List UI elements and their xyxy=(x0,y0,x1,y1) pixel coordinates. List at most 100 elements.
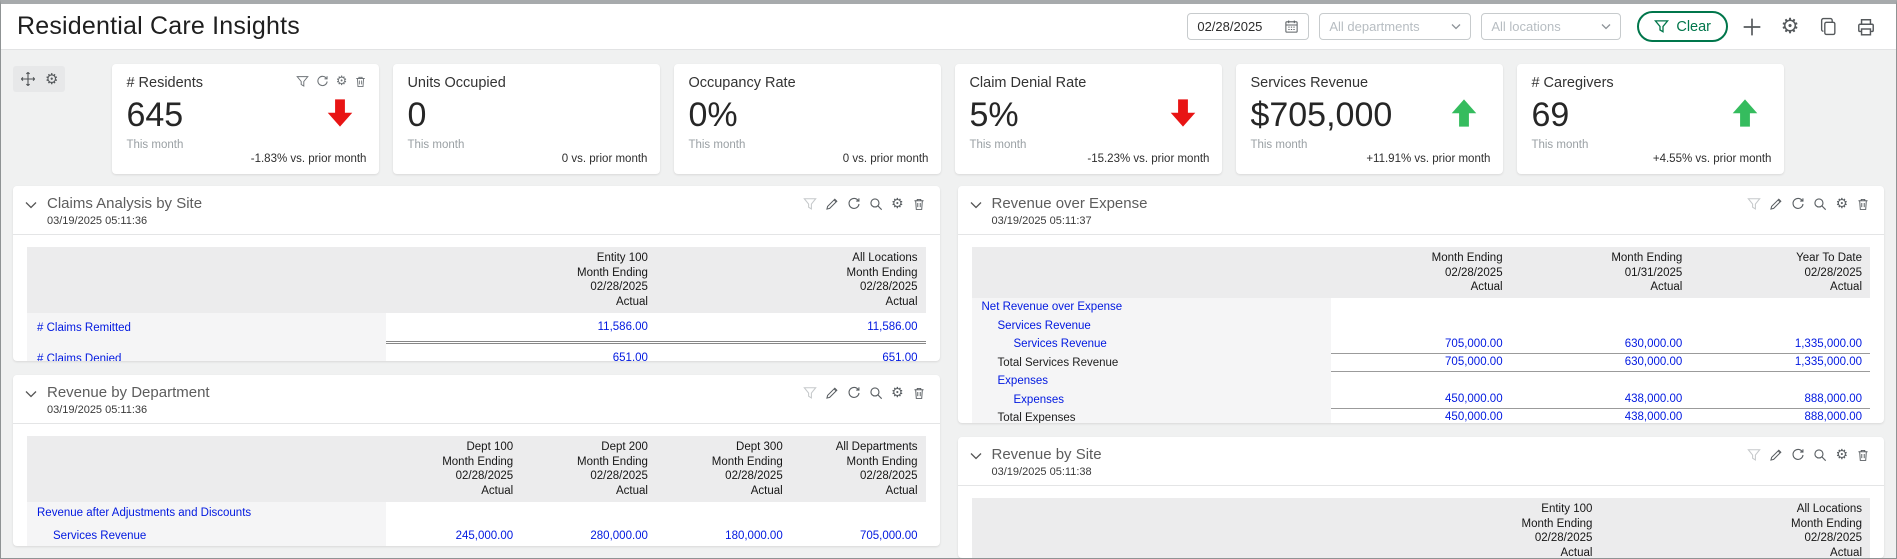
delete-icon[interactable] xyxy=(1856,448,1870,462)
filter-icon[interactable] xyxy=(803,197,817,211)
delete-icon[interactable] xyxy=(912,386,926,400)
panel-header: Claims Analysis by Site 03/19/2025 05:11… xyxy=(13,186,940,235)
collapse-chevron-icon[interactable] xyxy=(25,201,37,209)
clear-filters-button[interactable]: Clear xyxy=(1637,11,1728,42)
search-icon[interactable] xyxy=(869,197,883,211)
column-header: Dept 300Month Ending02/28/2025Actual xyxy=(656,440,791,499)
column-header: Entity 100Month Ending02/28/2025Actual xyxy=(1331,502,1601,558)
cell-value[interactable]: 888,000.00 xyxy=(1690,393,1870,405)
move-icon[interactable] xyxy=(20,71,36,87)
edit-icon[interactable] xyxy=(825,197,839,211)
kpi-card[interactable]: Occupancy Rate 0% This month 0 vs. prior… xyxy=(674,64,941,174)
settings-icon[interactable]: ⚙ xyxy=(891,386,904,400)
table-row: Net Revenue over Expense xyxy=(972,298,1871,317)
column-header: Dept 200Month Ending02/28/2025Actual xyxy=(521,440,656,499)
cell-value[interactable]: 1,335,000.00 xyxy=(1690,338,1870,350)
row-label[interactable]: Expenses xyxy=(972,391,1331,410)
kpi-card[interactable]: Units Occupied 0 This month 0 vs. prior … xyxy=(393,64,660,174)
kpi-card[interactable]: Services Revenue $705,000 This month +11… xyxy=(1236,64,1503,174)
refresh-icon[interactable] xyxy=(1791,197,1805,211)
panel-timestamp: 03/19/2025 05:11:38 xyxy=(992,466,1102,478)
table-row: Expenses xyxy=(972,372,1871,391)
column-header: Entity 100Month Ending02/28/2025Actual xyxy=(386,251,656,310)
settings-gear-icon[interactable]: ⚙ xyxy=(1776,13,1804,41)
collapse-chevron-icon[interactable] xyxy=(970,201,982,209)
settings-icon[interactable]: ⚙ xyxy=(336,75,348,88)
row-label: Total Expenses xyxy=(972,409,1331,423)
row-label[interactable]: Services Revenue xyxy=(972,335,1331,354)
delete-icon[interactable] xyxy=(1856,197,1870,211)
print-icon[interactable] xyxy=(1852,13,1880,41)
row-label[interactable]: Expenses xyxy=(972,372,1331,391)
report-table: Dept 100Month Ending02/28/2025ActualDept… xyxy=(27,436,926,546)
search-icon[interactable] xyxy=(1813,197,1827,211)
refresh-icon[interactable] xyxy=(847,197,861,211)
calendar-icon[interactable] xyxy=(1284,19,1299,34)
cell-value[interactable]: 651.00 xyxy=(386,352,656,361)
copy-icon[interactable] xyxy=(1814,13,1842,41)
row-label[interactable]: # Claims Remitted xyxy=(27,313,386,344)
cell-value[interactable]: 705,000.00 xyxy=(1331,338,1511,350)
settings-icon[interactable]: ⚙ xyxy=(891,197,904,211)
cell-value[interactable]: 438,000.00 xyxy=(1511,393,1691,405)
cell-value[interactable]: 1,335,000.00 xyxy=(1690,356,1870,368)
row-label[interactable]: Services Revenue xyxy=(972,317,1331,336)
locations-select[interactable]: All locations xyxy=(1481,13,1621,40)
row-label[interactable]: Services Revenue xyxy=(27,525,386,546)
settings-icon[interactable]: ⚙ xyxy=(1835,448,1848,462)
cell-value[interactable]: 450,000.00 xyxy=(1331,393,1511,405)
departments-select[interactable]: All departments xyxy=(1319,13,1471,40)
report-table: Entity 100Month Ending02/28/2025ActualAl… xyxy=(27,247,926,361)
kpi-period-label: This month xyxy=(688,139,927,151)
column-header: All DepartmentsMonth Ending02/28/2025Act… xyxy=(791,440,926,499)
kpi-card[interactable]: Claim Denial Rate 5% This month -15.23% … xyxy=(955,64,1222,174)
chevron-down-icon xyxy=(1601,23,1611,30)
date-filter-input[interactable]: 02/28/2025 xyxy=(1187,13,1309,40)
kpi-card[interactable]: # Caregivers 69 This month +4.55% vs. pr… xyxy=(1517,64,1784,174)
cell-value[interactable]: 888,000.00 xyxy=(1690,411,1870,423)
kpi-card[interactable]: # Residents ⚙ 645 This month -1.83% vs. … xyxy=(112,64,379,174)
search-icon[interactable] xyxy=(1813,448,1827,462)
cell-value[interactable]: 630,000.00 xyxy=(1511,338,1691,350)
refresh-icon[interactable] xyxy=(847,386,861,400)
panel-body: Month Ending02/28/2025ActualMonth Ending… xyxy=(958,235,1885,423)
edit-icon[interactable] xyxy=(1769,448,1783,462)
cell-value[interactable]: 630,000.00 xyxy=(1511,356,1691,368)
cell-value[interactable]: 450,000.00 xyxy=(1331,411,1511,423)
refresh-icon[interactable] xyxy=(316,75,329,88)
refresh-icon[interactable] xyxy=(1791,448,1805,462)
cell-value[interactable]: 705,000.00 xyxy=(1331,356,1511,368)
row-label[interactable]: Net Revenue over Expense xyxy=(972,298,1331,317)
trend-up-arrow-icon xyxy=(1447,98,1481,128)
filter-icon[interactable] xyxy=(296,75,309,88)
kpi-card-toolbar: ⚙ xyxy=(296,75,368,88)
kpi-change-label: +11.91% vs. prior month xyxy=(1366,153,1490,165)
gear-icon[interactable]: ⚙ xyxy=(45,71,58,87)
table-row: Total Services Revenue705,000.00630,000.… xyxy=(972,354,1871,373)
cell-value[interactable]: 180,000.00 xyxy=(656,530,791,542)
row-label[interactable]: # Claims Denied xyxy=(27,344,386,361)
filter-icon[interactable] xyxy=(1747,197,1761,211)
cell-value[interactable]: 280,000.00 xyxy=(521,530,656,542)
delete-icon[interactable] xyxy=(912,197,926,211)
cell-value[interactable]: 11,586.00 xyxy=(656,321,926,333)
filter-icon[interactable] xyxy=(803,386,817,400)
report-table: Entity 100Month Ending02/28/2025ActualAl… xyxy=(972,498,1871,558)
edit-icon[interactable] xyxy=(1769,197,1783,211)
collapse-chevron-icon[interactable] xyxy=(25,390,37,398)
row-label[interactable]: Revenue after Adjustments and Discounts xyxy=(27,502,386,525)
edit-icon[interactable] xyxy=(825,386,839,400)
panel-toolbar: ⚙ xyxy=(1747,446,1870,462)
filter-icon[interactable] xyxy=(1747,448,1761,462)
search-icon[interactable] xyxy=(869,386,883,400)
cell-value[interactable]: 438,000.00 xyxy=(1511,411,1691,423)
column-header: Month Ending02/28/2025Actual xyxy=(1331,251,1511,295)
delete-icon[interactable] xyxy=(354,75,367,88)
collapse-chevron-icon[interactable] xyxy=(970,452,982,460)
settings-icon[interactable]: ⚙ xyxy=(1835,197,1848,211)
cell-value[interactable]: 11,586.00 xyxy=(386,321,656,333)
cell-value[interactable]: 245,000.00 xyxy=(386,530,521,542)
cell-value[interactable]: 651.00 xyxy=(656,352,926,361)
add-widget-icon[interactable] xyxy=(1738,13,1766,41)
cell-value[interactable]: 705,000.00 xyxy=(791,530,926,542)
